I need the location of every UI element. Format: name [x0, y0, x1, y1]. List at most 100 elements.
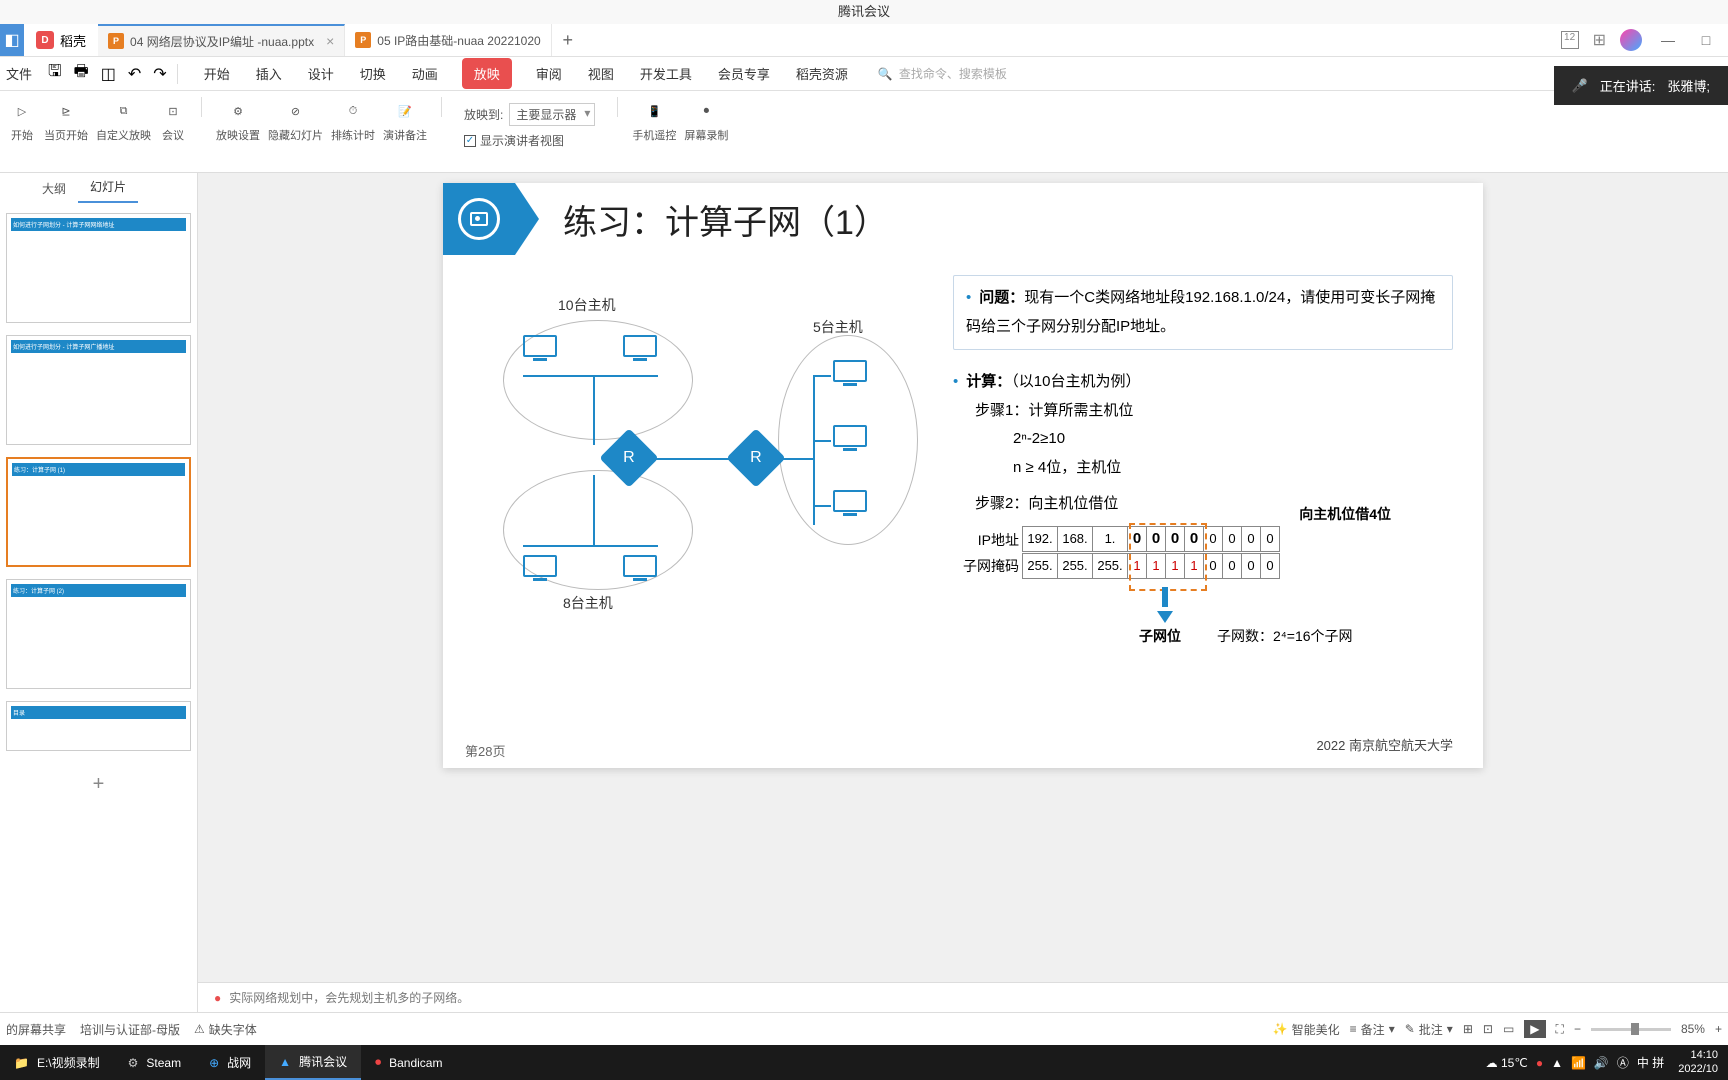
task-item[interactable]: ⚙Steam [114, 1045, 195, 1080]
slide-badge-icon [443, 183, 515, 255]
undo-icon[interactable]: ↶ [128, 64, 141, 84]
ppt-icon: P [108, 33, 124, 49]
menu-transition[interactable]: 切换 [358, 58, 388, 89]
task-item[interactable]: 📁E:\视频录制 [0, 1045, 114, 1080]
page-number: 第28页 [465, 741, 505, 760]
preview-icon[interactable]: ◫ [101, 64, 116, 84]
zoom-out-button[interactable]: − [1574, 1022, 1581, 1036]
tray-icon[interactable]: 📶 [1571, 1056, 1586, 1070]
missing-fonts-button[interactable]: ⚠ 缺失字体 [194, 1021, 257, 1038]
window-title: 腾讯会议 [838, 4, 890, 19]
slide-panel: 大纲 幻灯片 如何进行子网划分 - 计算子网网络地址 如何进行子网划分 - 计算… [0, 173, 198, 1012]
task-item[interactable]: ⏺Bandicam [361, 1045, 456, 1080]
slide-thumbnail-current[interactable]: 练习：计算子网 (1) [6, 457, 191, 567]
screen-record-button[interactable]: ⏺屏幕录制 [680, 97, 732, 172]
save-icon[interactable]: 🖫 [48, 60, 62, 87]
file-tab-1[interactable]: P 04 网络层协议及IP编址 -nuaa.pptx × [98, 24, 345, 56]
formula: 2ⁿ-2≥10 [953, 425, 1453, 454]
slides-tab[interactable]: 幻灯片 [78, 172, 138, 203]
view-reading-icon[interactable]: ▭ [1503, 1022, 1514, 1036]
rehearse-button[interactable]: ⏱排练计时 [327, 97, 379, 172]
slide-thumbnail[interactable]: 如何进行子网划分 - 计算子网广播地址 [6, 335, 191, 445]
search-box[interactable]: 🔍 查找命令、搜索模板 [878, 65, 1007, 82]
ime-indicator[interactable]: 中 拼 [1637, 1054, 1664, 1071]
minimize-button[interactable]: — [1656, 32, 1680, 48]
document-tab-bar: ◧ D 稻壳 P 04 网络层协议及IP编址 -nuaa.pptx × P 05… [0, 24, 1728, 57]
add-tab-button[interactable]: + [552, 24, 584, 56]
zoom-slider[interactable] [1591, 1028, 1671, 1031]
maximize-button[interactable]: □ [1694, 32, 1718, 48]
layout-icon[interactable]: 12 [1561, 31, 1579, 49]
file-menu[interactable]: 文件 [6, 64, 32, 83]
bit-table: IP地址 192. 168. 1. 0 0 0 0 0 0 [953, 527, 1453, 580]
speaker-notes-button[interactable]: 📝演讲备注 [379, 97, 431, 172]
avatar[interactable] [1620, 29, 1642, 51]
add-slide-button[interactable]: + [6, 763, 191, 806]
display-select[interactable]: 主要显示器 [509, 103, 595, 126]
zoom-in-button[interactable]: + [1715, 1022, 1722, 1036]
status-bar: 的屏幕共享 培训与认证部-母版 ⚠ 缺失字体 ✨智能美化 ≡备注 ▾ ✎批注 ▾… [0, 1012, 1728, 1045]
print-icon[interactable]: 🖶 [74, 60, 89, 87]
window-title-bar: 腾讯会议 [0, 0, 1728, 24]
menu-vip[interactable]: 会员专享 [716, 58, 772, 89]
tray-icon[interactable]: Ⓐ [1617, 1054, 1629, 1071]
weather-widget[interactable]: ☁ 15℃ [1486, 1056, 1528, 1070]
redo-icon[interactable]: ↷ [153, 64, 166, 84]
network-diagram: 10台主机 8台主机 5台主机 [473, 275, 953, 748]
beautify-button[interactable]: ✨智能美化 [1273, 1021, 1340, 1038]
menu-start[interactable]: 开始 [202, 58, 232, 89]
view-normal-icon[interactable]: ⊞ [1463, 1022, 1473, 1036]
grid-icon[interactable]: ⊞ [1593, 30, 1606, 50]
menu-bar: 文件 🖫 🖶 ◫ ↶ ↷ 开始 插入 设计 切换 动画 放映 审阅 视图 开发工… [0, 57, 1728, 91]
slide-canvas[interactable]: 练习：计算子网（1） 10台主机 8台主机 5台主机 [443, 183, 1483, 768]
close-icon[interactable]: × [326, 33, 334, 49]
tray-icon[interactable]: ▲ [1551, 1056, 1563, 1070]
borrow-annotation: 向主机位借4位 [1299, 501, 1391, 528]
phone-remote-button[interactable]: 📱手机遥控 [628, 97, 680, 172]
subnet-count: 子网数：2⁴=16个子网 [1217, 623, 1353, 650]
notes-button[interactable]: ≡备注 ▾ [1350, 1021, 1395, 1038]
problem-box: •问题：现有一个C类网络地址段192.168.1.0/24，请使用可变长子网掩码… [953, 275, 1453, 350]
slide-thumbnail[interactable]: 如何进行子网划分 - 计算子网网络地址 [6, 213, 191, 323]
router-icon: R [726, 428, 785, 487]
search-icon: 🔍 [878, 67, 893, 81]
slide-thumbnail[interactable]: 目录 [6, 701, 191, 751]
slide-thumbnail[interactable]: 练习：计算子网 (2) [6, 579, 191, 689]
task-item-active[interactable]: ▲腾讯会议 [265, 1045, 361, 1080]
show-settings-button[interactable]: ⚙放映设置 [212, 97, 264, 172]
menu-dev[interactable]: 开发工具 [638, 58, 694, 89]
play-from-start-button[interactable]: ▷开始 [4, 97, 40, 172]
tray-icon[interactable]: ● [1536, 1056, 1543, 1070]
hide-slide-button[interactable]: ⊘隐藏幻灯片 [264, 97, 327, 172]
outline-tab[interactable]: 大纲 [30, 174, 78, 203]
comments-button[interactable]: ✎批注 ▾ [1405, 1021, 1453, 1038]
menu-slideshow[interactable]: 放映 [462, 58, 512, 89]
notes-bar[interactable]: ●实际网络规划中，会先规划主机多的子网络。 [198, 982, 1728, 1012]
menu-view[interactable]: 视图 [586, 58, 616, 89]
subnet-label: 子网位 [1139, 623, 1181, 650]
menu-insert[interactable]: 插入 [254, 58, 284, 89]
menu-design[interactable]: 设计 [306, 58, 336, 89]
file-tab-2[interactable]: P 05 IP路由基础-nuaa 20221020 [345, 24, 551, 56]
menu-animation[interactable]: 动画 [410, 58, 440, 89]
docer-icon: D [36, 31, 54, 49]
view-slideshow-icon[interactable]: ▶ [1524, 1020, 1545, 1038]
tray-icon[interactable]: 🔊 [1594, 1056, 1609, 1070]
view-sorter-icon[interactable]: ⊡ [1483, 1022, 1493, 1036]
menu-docer[interactable]: 稻壳资源 [794, 58, 850, 89]
presenter-view-checkbox[interactable]: ✓ 显示演讲者视图 [464, 132, 595, 149]
docer-tab[interactable]: D 稻壳 [24, 24, 98, 56]
play-to-label: 放映到: [464, 106, 503, 123]
speaking-indicator: 🎤 正在讲话: 张雅博; [1554, 66, 1728, 105]
menu-review[interactable]: 审阅 [534, 58, 564, 89]
template-name: 培训与认证部-母版 [80, 1021, 180, 1038]
task-item[interactable]: ⊕战网 [195, 1045, 265, 1080]
clock[interactable]: 14:10 2022/10 [1672, 1049, 1718, 1075]
ppt-icon: P [355, 32, 371, 48]
meeting-button[interactable]: ⊡会议 [155, 97, 191, 172]
custom-show-button[interactable]: ⧉自定义放映 [92, 97, 155, 172]
zoom-level[interactable]: 85% [1681, 1022, 1705, 1036]
play-current-button[interactable]: ⊵当页开始 [40, 97, 92, 172]
fit-icon[interactable]: ⛶ [1556, 1022, 1564, 1037]
home-tab[interactable]: ◧ [0, 24, 24, 56]
